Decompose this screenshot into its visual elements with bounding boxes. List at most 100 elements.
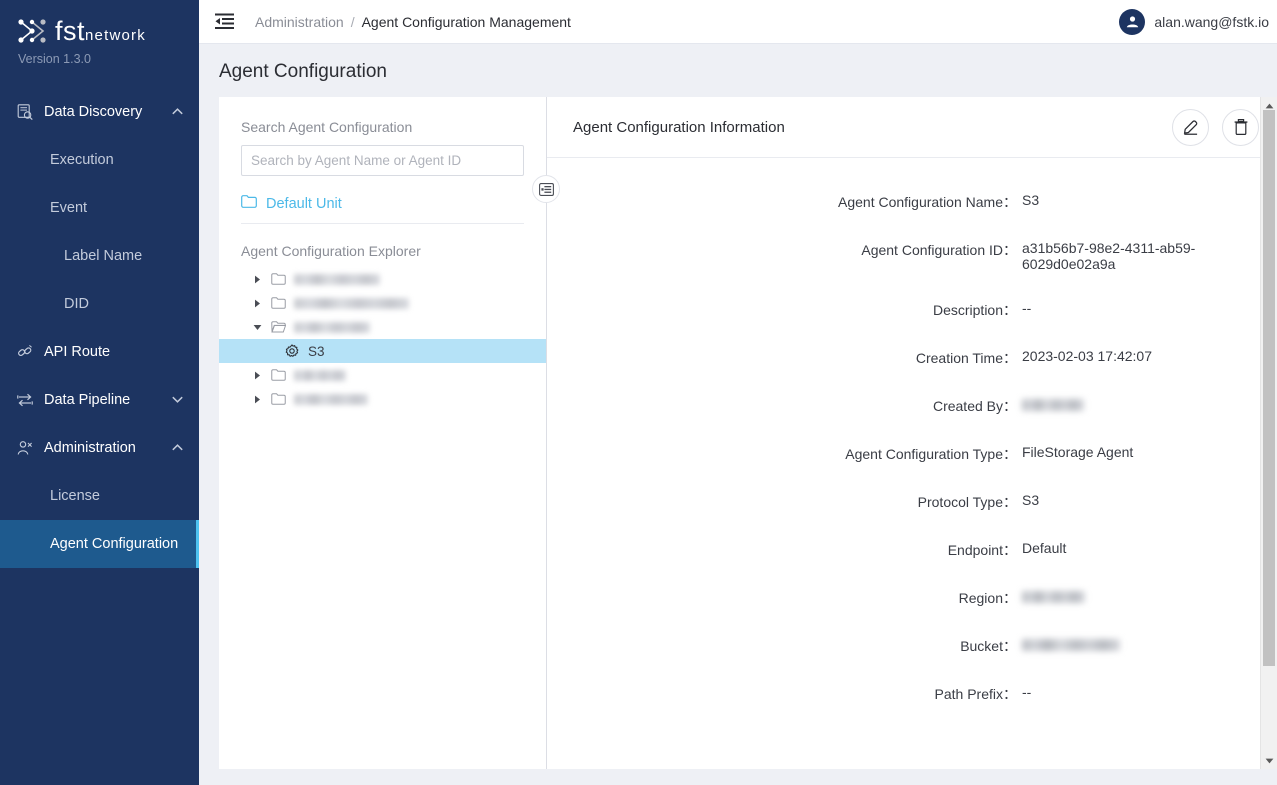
detail-field-value: FileStorage Agent [1022,444,1133,464]
detail-field-label: Description： [547,300,1022,320]
detail-field-row: Description：-- [547,300,1277,320]
sidebar-item-label: Execution [50,152,199,168]
version-label: Version 1.3.0 [16,52,199,66]
chevron-down-icon [172,394,183,406]
panel-collapse-toggle[interactable] [532,175,560,203]
folder-icon [267,297,289,309]
sidebar-collapse-icon[interactable] [207,13,241,30]
sidebar-item-label: Data Discovery [44,104,172,120]
detail-field-value: Default [1022,540,1066,560]
brand-name: fstnetwork [55,18,146,45]
detail-field-row: Path Prefix：-- [547,684,1277,704]
app-root: fstnetwork Version 1.3.0 Data Discovery E… [0,0,1277,785]
user-menu[interactable]: alan.wang@fstk.io [1119,9,1277,35]
tree-item-selected[interactable]: S3 [219,339,546,363]
sidebar: fstnetwork Version 1.3.0 Data Discovery E… [0,0,199,785]
sidebar-item-label: License [50,488,199,504]
detail-field-row: Bucket： [547,636,1277,656]
sidebar-item-label: Administration [44,440,172,456]
detail-field-label: Endpoint： [547,540,1022,560]
detail-fields: Agent Configuration Name：S3Agent Configu… [547,158,1277,769]
breadcrumb-separator: / [351,14,355,30]
sidebar-item-data-discovery[interactable]: Data Discovery [0,88,199,136]
detail-field-row: Creation Time：2023-02-03 17:42:07 [547,348,1277,368]
search-label: Search Agent Configuration [241,119,524,135]
detail-actions [1172,109,1259,146]
sidebar-item-label: Label Name [64,248,199,264]
administration-icon [14,440,36,456]
detail-field-value: a31b56b7-98e2-4311-ab59-6029d0e02a9a [1022,240,1277,272]
brand-name-sub: network [85,27,146,44]
detail-field-value: S3 [1022,492,1039,512]
brand-block: fstnetwork Version 1.3.0 [0,0,199,66]
triangle-right-icon[interactable] [247,299,267,308]
detail-field-row: Protocol Type：S3 [547,492,1277,512]
detail-field-row: Endpoint：Default [547,540,1277,560]
sidebar-item-api-route[interactable]: API Route [0,328,199,376]
sidebar-item-label: Event [50,200,199,216]
panel-collapse-icon [539,183,554,196]
sidebar-item-administration[interactable]: Administration [0,424,199,472]
unit-tabs: Default Unit [241,195,524,224]
data-discovery-icon [14,104,36,120]
breadcrumb-current: Agent Configuration Management [362,14,571,30]
data-pipeline-icon [14,392,36,408]
sidebar-item-execution[interactable]: Execution [0,136,199,184]
pencil-icon [1182,118,1200,136]
triangle-right-icon[interactable] [247,275,267,284]
detail-field-value [1022,396,1084,416]
sidebar-item-data-pipeline[interactable]: Data Pipeline [0,376,199,424]
tree-item[interactable] [241,363,524,387]
tree-item-label [294,368,346,383]
sidebar-item-did[interactable]: DID [0,280,199,328]
detail-field-label: Agent Configuration Name： [547,192,1022,212]
sidebar-item-agent-configuration[interactable]: Agent Configuration [0,520,199,568]
search-input[interactable] [241,145,524,176]
tree-item[interactable] [241,267,524,291]
sidebar-item-label: DID [64,296,199,312]
folder-icon [267,393,289,405]
detail-field-value [1022,588,1085,608]
edit-button[interactable] [1172,109,1209,146]
tab-default-unit[interactable]: Default Unit [241,195,342,223]
breadcrumb: Administration / Agent Configuration Man… [255,14,571,30]
detail-field-row: Agent Configuration Type：FileStorage Age… [547,444,1277,464]
detail-field-value [1022,636,1120,656]
avatar [1119,9,1145,35]
detail-field-value: 2023-02-03 17:42:07 [1022,348,1152,368]
sidebar-item-label: API Route [44,344,199,360]
sidebar-nav: Data Discovery Execution Event Label Name DI… [0,88,199,568]
tree-item-label [294,296,409,311]
sidebar-item-license[interactable]: License [0,472,199,520]
main-area: Administration / Agent Configuration Man… [199,0,1277,785]
detail-field-label: Region： [547,588,1022,608]
user-email: alan.wang@fstk.io [1154,14,1269,30]
delete-button[interactable] [1222,109,1259,146]
detail-field-value: S3 [1022,192,1039,212]
sidebar-item-event[interactable]: Event [0,184,199,232]
detail-field-label: Agent Configuration Type： [547,444,1022,464]
folder-icon [267,273,289,285]
api-route-icon [14,344,36,360]
triangle-down-icon[interactable] [247,324,267,331]
chevron-up-icon [172,442,183,454]
folder-icon [267,369,289,381]
tree-item[interactable] [241,315,524,339]
gear-icon [281,344,303,358]
detail-field-value: -- [1022,684,1031,704]
tree-item[interactable] [241,387,524,411]
brand-logo-row: fstnetwork [16,16,199,46]
triangle-right-icon[interactable] [247,371,267,380]
triangle-right-icon[interactable] [247,395,267,404]
detail-header: Agent Configuration Information [547,97,1277,158]
scroll-down-arrow[interactable] [1261,752,1277,769]
sidebar-item-label-name[interactable]: Label Name [0,232,199,280]
tree-item-label [294,272,380,287]
detail-field-label: Creation Time： [547,348,1022,368]
tree-item[interactable] [241,291,524,315]
detail-scrollbar[interactable] [1260,97,1277,769]
breadcrumb-parent[interactable]: Administration [255,14,344,30]
detail-field-label: Agent Configuration ID： [547,240,1022,272]
trash-icon [1232,118,1250,136]
scrollbar-thumb[interactable] [1263,110,1275,666]
